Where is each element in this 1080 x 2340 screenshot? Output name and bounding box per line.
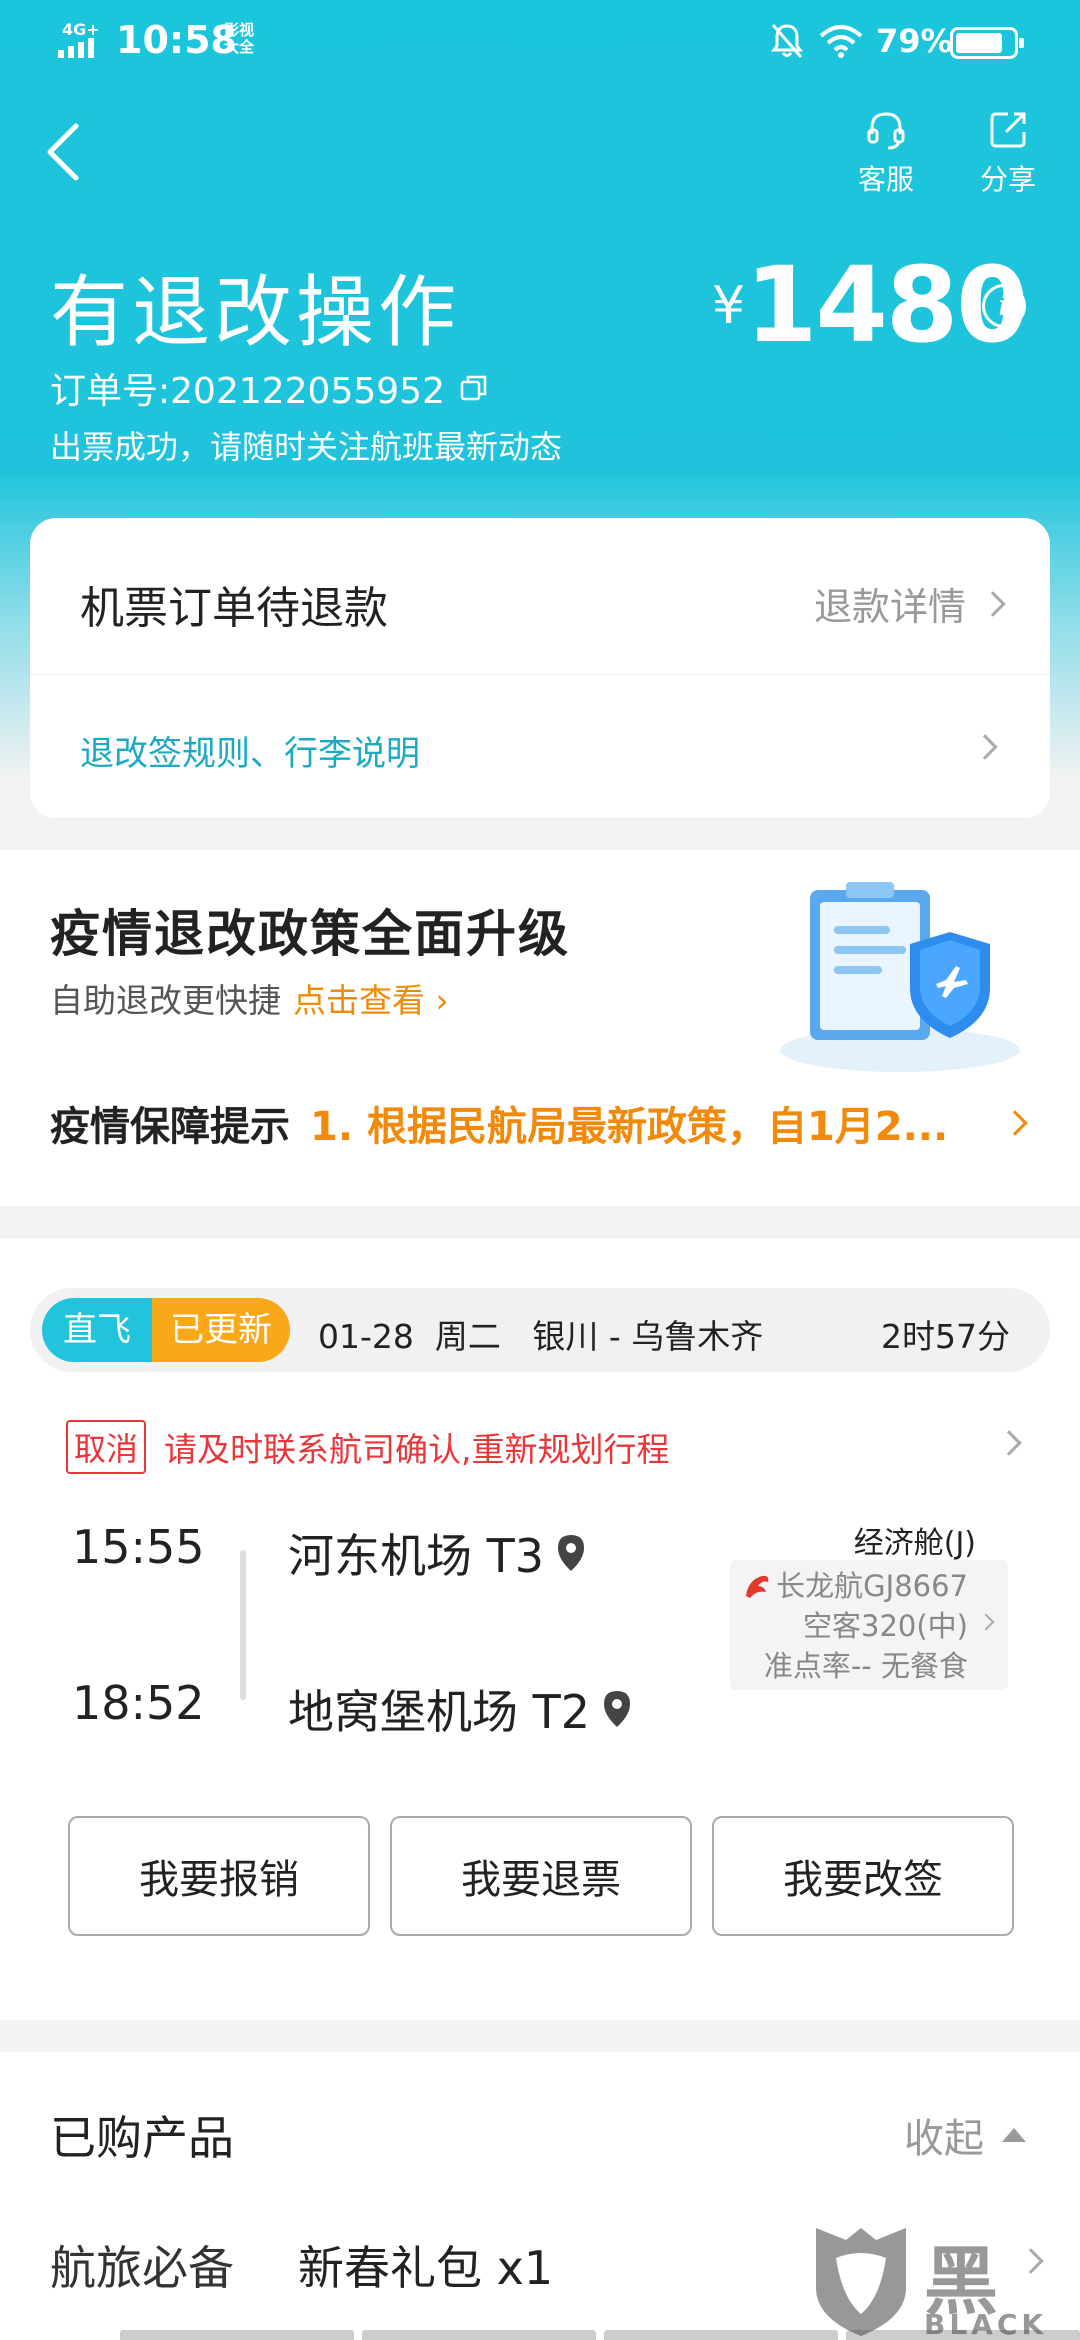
- notice-label: 疫情保障提示: [50, 1104, 290, 1150]
- updated-tag: 已更新: [152, 1298, 290, 1362]
- notice-text: 1. 根据民航局最新政策，自1月2...: [310, 1104, 949, 1150]
- timeline-line: [240, 1550, 246, 1700]
- customer-service-label: 客服: [857, 163, 914, 196]
- airline-logo-icon: [746, 1575, 769, 1598]
- rules-baggage-link[interactable]: 退改签规则、行李说明: [80, 726, 420, 775]
- chevron-right-icon: [980, 590, 1006, 617]
- reimburse-button[interactable]: 我要报销: [68, 1816, 370, 1936]
- action-buttons: 我要报销 我要退票 我要改签: [68, 1816, 1014, 1936]
- cancellation-row[interactable]: 取消 请及时联系航司确认,重新规划行程: [66, 1420, 670, 1474]
- arrival-airport-row[interactable]: 地窝堡机场 T2: [288, 1676, 632, 1742]
- location-pin-icon: [604, 1691, 630, 1727]
- policy-title: 疫情退改政策全面升级: [50, 905, 570, 963]
- cabin-class: 经济舱(J): [853, 1526, 976, 1561]
- currency-symbol: ¥: [712, 276, 746, 336]
- network-type: 4G+: [62, 20, 100, 39]
- departure-airport: 河东机场 T3: [288, 1529, 544, 1583]
- departure-airport-row[interactable]: 河东机场 T3: [288, 1520, 586, 1586]
- chevron-right-icon: [972, 734, 998, 760]
- refund-detail-label: 退款详情: [813, 585, 966, 629]
- battery-percent: 79%: [876, 22, 953, 60]
- caret-up-icon: [1002, 2128, 1026, 2142]
- status-bar: 4G+ 10:58 影视 大全 79%: [0, 0, 1080, 84]
- route-info: 01-28 周二 银川 - 乌鲁木齐: [318, 1317, 764, 1356]
- arrival-time: 18:52: [72, 1676, 205, 1730]
- rules-chevron[interactable]: [958, 734, 998, 760]
- share-label: 分享: [979, 163, 1036, 196]
- battery-icon: [950, 27, 1024, 59]
- flight-detail-box[interactable]: 长龙航GJ8667 空客320(中) 准点率-- 无餐食: [730, 1560, 1008, 1690]
- route-bar: 直飞 已更新 01-28 周二 银川 - 乌鲁木齐 2时57分: [30, 1288, 1050, 1372]
- order-price: ¥1480: [712, 244, 1029, 366]
- policy-document-shield-illustration: [780, 882, 1020, 1072]
- back-arrow-icon[interactable]: [36, 112, 96, 192]
- customer-service-button[interactable]: 客服: [846, 108, 926, 198]
- product-item[interactable]: 新春礼包 x1: [298, 2232, 553, 2298]
- products-title: 已购产品: [50, 2111, 234, 2165]
- ontime-meal-info: 准点率-- 无餐食: [763, 1649, 968, 1683]
- refund-button[interactable]: 我要退票: [390, 1816, 692, 1936]
- order-number: 订单号:202122055952: [50, 371, 445, 412]
- wifi-icon: [819, 25, 863, 58]
- headset-icon: [867, 112, 905, 150]
- chevron-right-icon: [1002, 1110, 1028, 1136]
- location-pin-icon: [558, 1535, 584, 1571]
- product-category: 航旅必备: [50, 2241, 234, 2295]
- notice-chevron[interactable]: [988, 1110, 1028, 1136]
- change-button[interactable]: 我要改签: [712, 1816, 1014, 1936]
- black-cat-watermark: 黑猫 BLACK CAT: [806, 2218, 1076, 2340]
- refund-card: 机票订单待退款 退款详情 退改签规则、行李说明: [30, 518, 1050, 818]
- mute-icon: [771, 24, 803, 58]
- share-icon: [990, 112, 1026, 148]
- refund-detail-link[interactable]: 退款详情: [813, 576, 1006, 631]
- policy-subtitle: 自助退改更快捷: [50, 981, 281, 1020]
- cat-shield-logo-icon: [816, 2228, 906, 2336]
- ticket-status-message: 出票成功，请随时关注航班最新动态: [50, 428, 563, 466]
- cancel-message: 请及时联系航司确认,重新规划行程: [164, 1430, 670, 1469]
- price-info-icon[interactable]: i: [982, 284, 1026, 328]
- clock: 10:58: [116, 18, 237, 62]
- order-status-title: 有退改操作: [50, 268, 461, 358]
- direct-flight-tag: 直飞: [42, 1298, 152, 1362]
- policy-subtitle-row: 自助退改更快捷 点击查看 ›: [50, 974, 449, 1022]
- view-policy-link[interactable]: 点击查看 ›: [293, 981, 449, 1020]
- copy-icon[interactable]: [459, 373, 489, 403]
- flight-duration: 2时57分: [881, 1317, 1010, 1356]
- aircraft-type: 空客320(中): [803, 1609, 968, 1643]
- epidemic-notice-row[interactable]: 疫情保障提示 1. 根据民航局最新政策，自1月2...: [50, 1094, 1030, 1152]
- share-button[interactable]: 分享: [968, 108, 1048, 198]
- collapse-toggle[interactable]: 收起: [904, 2106, 1026, 2164]
- departure-time: 15:55: [72, 1520, 205, 1574]
- chevron-right-icon: [977, 1613, 995, 1631]
- app-notification-badge: 影视 大全: [224, 21, 255, 56]
- epidemic-policy-section: 疫情退改政策全面升级 自助退改更快捷 点击查看 › 疫情保障提示 1. 根据民航局最…: [0, 850, 1080, 1206]
- order-number-row: 订单号:202122055952: [50, 362, 489, 414]
- chevron-right-icon: [996, 1430, 1022, 1456]
- signal-icon: 4G+: [58, 20, 106, 60]
- collapse-label: 收起: [904, 2116, 984, 2162]
- flight-section: 直飞 已更新 01-28 周二 银川 - 乌鲁木齐 2时57分 取消 请及时联系…: [0, 1238, 1080, 2020]
- cancel-badge: 取消: [66, 1420, 147, 1474]
- cancel-chevron[interactable]: [982, 1430, 1022, 1456]
- refund-status-title: 机票订单待退款: [80, 583, 388, 634]
- divider: [30, 674, 1050, 675]
- watermark-en: BLACK CAT: [924, 2308, 1048, 2340]
- arrival-airport: 地窝堡机场 T2: [288, 1685, 590, 1739]
